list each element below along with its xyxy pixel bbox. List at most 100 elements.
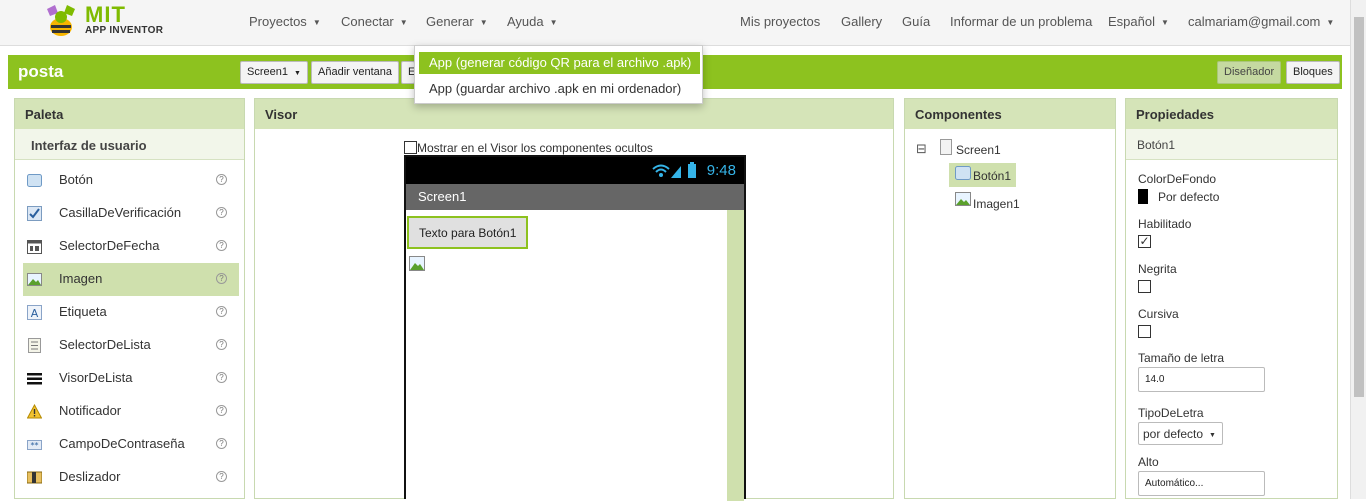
font-size-input[interactable]: 14.0 bbox=[1138, 367, 1265, 392]
listpicker-icon bbox=[28, 338, 41, 353]
listview-icon bbox=[27, 373, 42, 385]
menu-item-generate-qr-apk[interactable]: App (generar código QR para el archivo .… bbox=[419, 52, 700, 74]
palette-item-notificador[interactable]: Notificador ? bbox=[23, 395, 239, 428]
link-report-problem[interactable]: Informar de un problema bbox=[950, 14, 1092, 29]
link-gallery[interactable]: Gallery bbox=[841, 14, 882, 29]
properties-title: Propiedades bbox=[1126, 99, 1337, 129]
designer-button[interactable]: Diseñador bbox=[1217, 61, 1282, 84]
menu-generar-label: Generar bbox=[426, 14, 474, 29]
caret-down-icon: ▼ bbox=[1160, 18, 1169, 27]
menu-item-save-apk[interactable]: App (guardar archivo .apk en mi ordenado… bbox=[419, 78, 700, 100]
collapse-tree-icon[interactable]: ⊟ bbox=[916, 141, 927, 157]
add-screen-button[interactable]: Añadir ventana bbox=[311, 61, 399, 84]
font-type-select[interactable]: por defecto ▼ bbox=[1138, 422, 1223, 445]
show-hidden-checkbox[interactable] bbox=[404, 141, 417, 154]
menu-conectar[interactable]: Conectar ▼ bbox=[341, 14, 408, 29]
prop-enabled-label: Habilitado bbox=[1138, 217, 1192, 231]
caret-down-icon: ▼ bbox=[479, 18, 488, 27]
battery-icon bbox=[688, 162, 696, 178]
preview-image-icon[interactable] bbox=[409, 256, 425, 271]
palette-item-campo-contrasena[interactable]: ** CampoDeContraseña ? bbox=[23, 428, 239, 461]
menu-proyectos-label: Proyectos bbox=[249, 14, 307, 29]
menu-ayuda-label: Ayuda bbox=[507, 14, 544, 29]
palette-item-label: CasillaDeVerificación bbox=[59, 205, 182, 220]
tree-item-imagen1[interactable]: Imagen1 bbox=[973, 197, 1020, 211]
bold-checkbox[interactable] bbox=[1138, 280, 1151, 293]
help-icon[interactable]: ? bbox=[216, 306, 227, 317]
screen-select-label: Screen1 bbox=[247, 66, 288, 78]
show-hidden-components-option[interactable]: Mostrar en el Visor los componentes ocul… bbox=[404, 140, 653, 155]
help-icon[interactable]: ? bbox=[216, 273, 227, 284]
prop-height-label: Alto bbox=[1138, 455, 1159, 469]
enabled-checkbox[interactable]: ✓ bbox=[1138, 235, 1151, 248]
language-label: Español bbox=[1108, 14, 1155, 29]
link-mis-proyectos[interactable]: Mis proyectos bbox=[740, 14, 820, 29]
font-type-value: por defecto bbox=[1143, 427, 1204, 441]
menu-generar[interactable]: Generar ▼ bbox=[426, 14, 488, 29]
palette-item-casilla[interactable]: CasillaDeVerificación ? bbox=[23, 197, 239, 230]
datepicker-icon bbox=[27, 240, 42, 254]
palette-item-etiqueta[interactable]: A Etiqueta ? bbox=[23, 296, 239, 329]
menu-proyectos[interactable]: Proyectos ▼ bbox=[249, 14, 321, 29]
menu-language[interactable]: Español ▼ bbox=[1108, 14, 1169, 29]
phone-screen-title: Screen1 bbox=[406, 184, 744, 210]
italic-checkbox[interactable] bbox=[1138, 325, 1151, 338]
menu-conectar-label: Conectar bbox=[341, 14, 394, 29]
components-title: Componentes bbox=[905, 99, 1115, 129]
bee-logo-icon bbox=[47, 5, 75, 36]
caret-down-icon: ▼ bbox=[293, 70, 301, 77]
phone-preview: 9:48 Screen1 Texto para Botón1 bbox=[404, 155, 746, 501]
image-component-icon bbox=[955, 192, 971, 206]
logo-mit-text: MIT bbox=[85, 2, 126, 27]
prop-bg-color-label: ColorDeFondo bbox=[1138, 172, 1217, 186]
mit-app-inventor-logo[interactable]: MIT APP INVENTOR bbox=[38, 3, 178, 41]
palette-item-imagen[interactable]: Imagen ? bbox=[23, 263, 239, 296]
palette-item-label: Botón bbox=[59, 172, 93, 187]
help-icon[interactable]: ? bbox=[216, 339, 227, 350]
screen-select-dropdown[interactable]: Screen1 ▼ bbox=[240, 61, 308, 84]
palette-item-selector-fecha[interactable]: SelectorDeFecha ? bbox=[23, 230, 239, 263]
label-icon: A bbox=[27, 305, 42, 320]
phone-clock: 9:48 bbox=[706, 162, 736, 179]
menu-ayuda[interactable]: Ayuda ▼ bbox=[507, 14, 558, 29]
bg-color-swatch[interactable] bbox=[1138, 189, 1148, 204]
palette-category-header[interactable]: Interfaz de usuario bbox=[15, 129, 244, 160]
blocks-button[interactable]: Bloques bbox=[1286, 61, 1340, 84]
prop-italic-label: Cursiva bbox=[1138, 307, 1179, 321]
help-icon[interactable]: ? bbox=[216, 207, 227, 218]
help-icon[interactable]: ? bbox=[216, 471, 227, 482]
preview-button-boton1[interactable]: Texto para Botón1 bbox=[407, 216, 528, 249]
palette-panel: Paleta Interfaz de usuario Botón ? Casil… bbox=[14, 98, 245, 499]
help-icon[interactable]: ? bbox=[216, 240, 227, 251]
prop-bold-label: Negrita bbox=[1138, 262, 1177, 276]
palette-item-boton[interactable]: Botón ? bbox=[23, 164, 239, 197]
help-icon[interactable]: ? bbox=[216, 372, 227, 383]
generar-dropdown-menu: App (generar código QR para el archivo .… bbox=[414, 45, 703, 104]
help-icon[interactable]: ? bbox=[216, 174, 227, 185]
palette-item-selector-lista[interactable]: SelectorDeLista ? bbox=[23, 329, 239, 362]
link-guia[interactable]: Guía bbox=[902, 14, 930, 29]
tree-item-boton1-row[interactable]: Botón1 bbox=[949, 163, 1016, 187]
height-input[interactable]: Automático... bbox=[1138, 471, 1265, 496]
checkbox-icon bbox=[27, 206, 42, 221]
help-icon[interactable]: ? bbox=[216, 405, 227, 416]
help-icon[interactable]: ? bbox=[216, 438, 227, 449]
caret-down-icon: ▼ bbox=[1209, 432, 1216, 439]
tree-item-screen1[interactable]: Screen1 bbox=[956, 143, 1001, 157]
prop-font-size-label: Tamaño de letra bbox=[1138, 351, 1225, 365]
prop-bg-color-value[interactable]: Por defecto bbox=[1158, 190, 1219, 204]
palette-title: Paleta bbox=[15, 99, 244, 129]
palette-item-visor-lista[interactable]: VisorDeLista ? bbox=[23, 362, 239, 395]
scrollbar-thumb[interactable] bbox=[1354, 17, 1364, 397]
show-hidden-label: Mostrar en el Visor los componentes ocul… bbox=[417, 141, 653, 155]
properties-component-name: Botón1 bbox=[1126, 129, 1337, 160]
palette-item-deslizador[interactable]: Deslizador ? bbox=[23, 461, 239, 494]
wifi-signal-icon bbox=[652, 164, 681, 178]
remove-screen-button[interactable]: E bbox=[401, 61, 415, 84]
menu-user-account[interactable]: calmariam@gmail.com ▼ bbox=[1188, 14, 1334, 29]
button-component-icon bbox=[955, 166, 971, 180]
prop-font-type-label: TipoDeLetra bbox=[1138, 406, 1204, 420]
properties-panel: Propiedades Botón1 ColorDeFondo Por defe… bbox=[1125, 98, 1338, 499]
password-icon: ** bbox=[27, 440, 42, 450]
page-scrollbar[interactable] bbox=[1350, 0, 1366, 499]
